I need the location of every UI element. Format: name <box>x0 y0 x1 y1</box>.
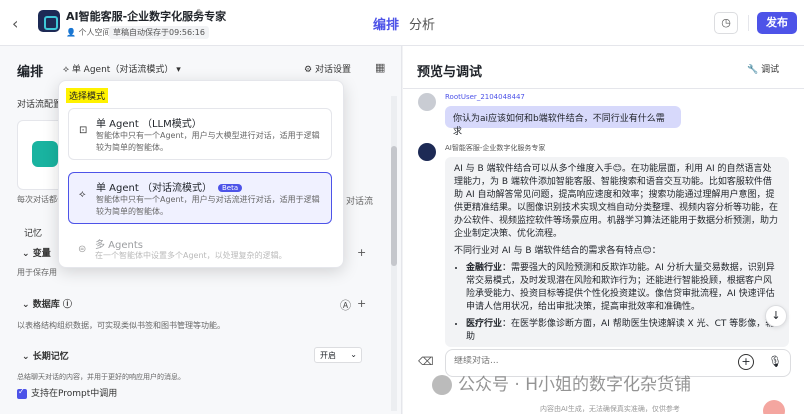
bot-message: AI 与 B 端软件结合可以从多个维度入手😊。在功能层面，利用 AI 的自然语言… <box>445 157 789 347</box>
scroll-down-icon[interactable]: ↓ <box>765 305 787 327</box>
ltm-desc: 总结聊天对话的内容，并用于更好的响应用户的消息。 <box>17 373 185 381</box>
chevron-down-icon: ⌄ <box>22 249 33 259</box>
bot-list-body: ：在医学影像诊断方面，AI 帮助医生快速解读 X 光、CT 等影像，辅助 <box>466 319 775 342</box>
add-variable-icon[interactable]: + <box>357 246 366 259</box>
publish-button[interactable]: 发布 <box>757 12 797 34</box>
app-logo <box>38 10 60 32</box>
option-title: 单 Agent （LLM模式） <box>96 119 202 130</box>
debug-label: 调试 <box>761 65 780 75</box>
divider <box>403 88 804 89</box>
beta-badge: Beta <box>217 184 243 192</box>
option-title: 单 Agent （对话流模式） <box>96 183 212 194</box>
chevron-down-icon: ⌄ <box>350 350 357 359</box>
database-row[interactable]: ⌄ 数据库 ⓘ <box>22 297 72 310</box>
conversation-settings-button[interactable]: ⚙ 对话设置 <box>304 62 351 75</box>
database-desc: 以表格结构组织数据，可实现类似书签和图书管理等功能。 <box>17 321 225 330</box>
multi-agent-icon: ⊜ <box>78 244 87 255</box>
chevron-down-icon: ⌄ <box>22 352 33 362</box>
option-desc: 智能体中只有一个Agent，用户与大模型进行对话，适用于逻辑较为简单的智能体。 <box>96 131 320 152</box>
option-title-wrap: 单 Agent （对话流模式） Beta <box>96 179 243 194</box>
mode-dropdown[interactable]: ⟡ 单 Agent（对话流模式） ▾ <box>63 62 181 75</box>
chevron-down-icon: ⌄ <box>22 300 33 310</box>
auto-icon[interactable]: Ⓐ <box>340 297 351 313</box>
config-title: 对话流配置 <box>17 100 63 110</box>
microphone-icon[interactable]: 🎙 <box>768 355 782 368</box>
user-avatar <box>418 93 436 111</box>
bot-name: AI智能客服-企业数字化服务专家 <box>445 144 546 152</box>
bot-list-item: 金融行业：需要强大的风险预测和反欺诈功能。AI 分析大量交易数据，识别异常交易模… <box>466 262 780 314</box>
preview-title: 预览与调试 <box>417 65 483 80</box>
chat-bubble-icon <box>32 141 58 167</box>
tab-analysis[interactable]: 分析 <box>409 14 435 33</box>
scrollbar-thumb[interactable] <box>391 146 397 266</box>
database-label: 数据库 <box>32 300 60 310</box>
user-name: RootUser_2104048447 <box>445 93 525 101</box>
user-message: 你认为ai应该如何和b端软件结合，不同行业有什么需求 <box>445 106 681 137</box>
bot-list-head: 金融行业 <box>466 263 503 273</box>
top-bar: ‹ AI智能客服-企业数字化服务专家 ✎ 👤 个人空间 草稿自动保存于09:56… <box>0 0 804 46</box>
flow-icon: ⟡ <box>63 65 72 75</box>
layout-grid-icon[interactable]: ▦ <box>375 61 385 74</box>
option-flow-mode[interactable]: ⟡ 单 Agent （对话流模式） Beta 智能体中只有一个Agent，用户与对… <box>68 172 332 224</box>
support-label: 支持在Prompt中调用 <box>31 389 118 399</box>
option-desc: 在一个智能体中设置多个Agent，以处理复杂的逻辑。 <box>95 251 287 260</box>
settings-label: 对话设置 <box>314 65 351 75</box>
debug-button[interactable]: 🔧 调试 <box>747 62 779 75</box>
clear-context-icon[interactable]: ⌫ <box>418 355 434 368</box>
option-title: 多 Agents <box>95 240 143 251</box>
footer-note: 内容由AI生成，无法确保真实准确，仅供参考 <box>540 405 680 413</box>
flow-icon: ⟡ <box>79 189 86 200</box>
chat-input[interactable] <box>454 356 724 366</box>
popover-title: 选择模式 <box>66 88 109 103</box>
edit-pen-icon[interactable]: ✎ <box>196 8 204 19</box>
bot-list-head: 医疗行业 <box>466 319 503 329</box>
back-arrow-icon[interactable]: ‹ <box>12 14 18 33</box>
checkbox-checked-icon[interactable] <box>17 387 27 399</box>
ltm-label: 长期记忆 <box>32 352 69 362</box>
ltm-select[interactable]: 开启 ⌄ <box>314 347 362 363</box>
ltm-value: 开启 <box>320 351 336 360</box>
bot-paragraph: AI 与 B 端软件结合可以从多个维度入手😊。在功能层面，利用 AI 的自然语言… <box>454 164 779 239</box>
history-clock-icon[interactable]: ◷ <box>714 12 738 34</box>
space-text: 个人空间 <box>78 28 111 37</box>
watermark: 公众号 · H小姐的数字化杂货铺 <box>432 370 691 395</box>
bot-avatar <box>418 143 436 161</box>
mode-dropdown-label: 单 Agent（对话流模式） <box>71 65 174 75</box>
watermark-text: 公众号 · H小姐的数字化杂货铺 <box>458 375 691 395</box>
long-term-memory-row[interactable]: ⌄ 长期记忆 <box>22 349 69 362</box>
bot-paragraph: 不同行业对 AI 与 B 端软件结合的需求各有特点😊： <box>454 246 661 256</box>
option-llm-mode[interactable]: ⊡ 单 Agent （LLM模式） 智能体中只有一个Agent，用户与大模型进行… <box>68 108 332 160</box>
tab-edit[interactable]: 编排 <box>373 14 399 33</box>
support-prompt-checkbox[interactable]: 支持在Prompt中调用 <box>17 386 117 399</box>
bot-list-body: ：需要强大的风险预测和反欺诈功能。AI 分析大量交易数据，识别异常交易模式，及时… <box>466 263 775 312</box>
space-label[interactable]: 👤 个人空间 <box>66 27 111 38</box>
bot-list-item: 医疗行业：在医学影像诊断方面，AI 帮助医生快速解读 X 光、CT 等影像，辅助 <box>466 318 780 344</box>
variable-desc: 用于保存用 <box>17 268 57 277</box>
left-panel-title: 编排 <box>17 65 44 80</box>
llm-icon: ⊡ <box>79 125 88 136</box>
settings-icon: ⚙ <box>304 65 315 75</box>
variable-row[interactable]: ⌄ 变量 <box>22 246 51 259</box>
add-attachment-icon[interactable]: + <box>738 354 754 370</box>
add-database-icon[interactable]: + <box>357 297 366 310</box>
divider <box>748 15 749 31</box>
preview-panel: 预览与调试 🔧 调试 RootUser_2104048447 你认为ai应该如何… <box>403 46 804 414</box>
variable-label: 变量 <box>32 249 51 259</box>
wechat-icon <box>432 375 452 395</box>
chevron-down-icon: ▾ <box>176 65 181 75</box>
option-multi-agents[interactable]: ⊜ 多 Agents 在一个智能体中设置多个Agent，以处理复杂的逻辑。 <box>68 236 332 266</box>
info-icon: ⓘ <box>62 300 72 310</box>
wrench-icon: 🔧 <box>747 65 762 75</box>
config-side-label: 对话流 <box>346 197 374 207</box>
draft-status: 草稿自动保存于09:56:16 <box>109 26 209 39</box>
memory-title: 记忆 <box>24 229 43 239</box>
mode-popover: 选择模式 ⊡ 单 Agent （LLM模式） 智能体中只有一个Agent，用户与… <box>58 80 344 268</box>
option-desc: 智能体中只有一个Agent，用户与对话流进行对话，适用于逻辑较为简单的智能体。 <box>96 195 320 216</box>
